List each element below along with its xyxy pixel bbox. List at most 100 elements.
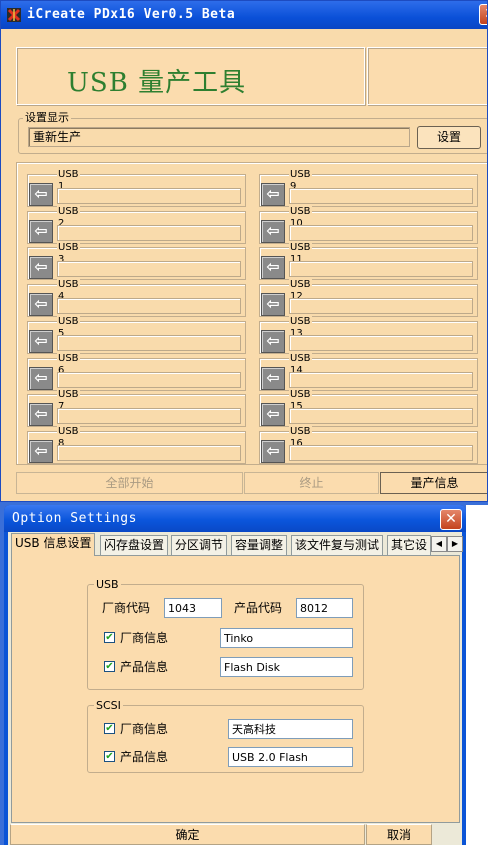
scsi-group-label: SCSI <box>94 699 123 712</box>
tab-scroll-left-button[interactable]: ◀ <box>431 536 447 552</box>
product-code-input[interactable] <box>296 598 353 618</box>
usb-slot-status-field <box>289 261 473 278</box>
usb-slot-status-field <box>57 371 241 388</box>
ok-button[interactable]: 确定 <box>10 824 365 845</box>
scsi-product-info-input[interactable] <box>228 747 353 767</box>
usb-slot-arrow-button[interactable]: ⇦ <box>261 329 285 353</box>
usb-slot-arrow-button[interactable]: ⇦ <box>261 403 285 427</box>
usb-product-info-input[interactable] <box>220 657 353 677</box>
main-titlebar[interactable]: iCreate PDx16 Ver0.5 Beta ✕ <box>1 1 487 29</box>
tab-scroll-right-button[interactable]: ▶ <box>447 536 463 552</box>
tab-other[interactable]: 其它设 <box>387 535 431 555</box>
check-icon: ✔ <box>105 632 114 643</box>
vendor-code-label: 厂商代码 <box>102 601 151 615</box>
usb-slot-status-field <box>57 408 241 425</box>
main-close-button[interactable]: ✕ <box>479 4 487 25</box>
usb-slot-status-field <box>289 408 473 425</box>
logo-panel <box>367 47 487 105</box>
check-icon: ✔ <box>105 661 114 672</box>
usb-slot-status-field <box>57 444 241 461</box>
arrow-left-icon: ⇦ <box>34 330 48 350</box>
arrow-left-icon: ⇦ <box>34 184 48 203</box>
arrow-left-icon: ⇦ <box>34 440 48 460</box>
option-close-button[interactable]: ✕ <box>440 509 462 530</box>
usb-slot-arrow-button[interactable]: ⇦ <box>261 183 285 206</box>
arrow-left-icon: ⇦ <box>266 440 280 460</box>
usb-vendor-info-checkbox[interactable]: ✔ <box>104 632 115 643</box>
arrow-left-icon: ⇦ <box>266 184 280 203</box>
arrow-left-icon: ⇦ <box>266 330 280 350</box>
usb-slot-arrow-button[interactable]: ⇦ <box>261 256 285 280</box>
usb-slot-arrow-button[interactable]: ⇦ <box>29 329 53 353</box>
usb-slot-arrow-button[interactable]: ⇦ <box>29 219 53 243</box>
arrow-right-icon: ▶ <box>451 539 459 548</box>
scsi-product-info-label: 产品信息 <box>120 750 169 764</box>
usb-slot-arrow-button[interactable]: ⇦ <box>29 403 53 427</box>
usb-vendor-info-input[interactable] <box>220 628 353 648</box>
usb-slot-status-field <box>57 298 241 315</box>
usb-slot-status-field <box>289 444 473 461</box>
arrow-left-icon: ⇦ <box>266 294 280 314</box>
close-icon: ✕ <box>484 6 487 22</box>
app-header-title: USB 量产工具 <box>67 68 247 98</box>
settings-button[interactable]: 设置 <box>417 126 481 149</box>
usb-slot-arrow-button[interactable]: ⇦ <box>261 219 285 243</box>
tab-usb-info[interactable]: USB 信息设置 <box>11 533 96 556</box>
check-icon: ✔ <box>105 751 114 762</box>
usb-vendor-info-label: 厂商信息 <box>120 631 169 645</box>
usb-slot-status-field <box>289 188 473 204</box>
usb-product-info-label: 产品信息 <box>120 660 169 674</box>
usb-slot-status-field <box>57 188 241 204</box>
tools-icon <box>7 8 21 22</box>
arrow-left-icon: ⇦ <box>34 294 48 314</box>
stop-button[interactable]: 终止 <box>244 472 379 494</box>
tab-capacity[interactable]: 容量调整 <box>231 535 288 555</box>
header-panel: USB 量产工具 <box>16 47 365 105</box>
usb-slot-status-field <box>289 298 473 315</box>
usb-slot-status-field <box>289 371 473 388</box>
settings-group-label: 设置显示 <box>23 111 71 124</box>
settings-display-field: 重新生产 <box>28 127 410 147</box>
usb-slot-arrow-button[interactable]: ⇦ <box>29 439 53 463</box>
check-icon: ✔ <box>105 723 114 734</box>
option-titlebar[interactable]: Option Settings ✕ <box>4 505 466 532</box>
cancel-button[interactable]: 取消 <box>366 824 432 845</box>
option-window-title: Option Settings <box>12 511 137 526</box>
arrow-left-icon: ⇦ <box>34 404 48 424</box>
usb-slot-arrow-button[interactable]: ⇦ <box>261 366 285 390</box>
usb-slot-status-field <box>57 334 241 351</box>
scsi-product-info-checkbox[interactable]: ✔ <box>104 751 115 762</box>
tab-flash-disk[interactable]: 闪存盘设置 <box>100 535 169 555</box>
production-info-button[interactable]: 量产信息 <box>380 472 487 494</box>
arrow-left-icon: ⇦ <box>266 367 280 387</box>
arrow-left-icon: ⇦ <box>266 257 280 277</box>
start-all-button[interactable]: 全部开始 <box>16 472 243 494</box>
usb-slot-status-field <box>57 261 241 278</box>
usb-product-info-checkbox[interactable]: ✔ <box>104 661 115 672</box>
arrow-left-icon: ⇦ <box>34 367 48 387</box>
usb-slot-arrow-button[interactable]: ⇦ <box>29 366 53 390</box>
desktop-strip <box>466 505 488 845</box>
product-code-label: 产品代码 <box>234 601 283 615</box>
tab-file-copy-test[interactable]: 该文件复与测试 <box>291 535 384 555</box>
arrow-left-icon: ⇦ <box>34 257 48 277</box>
usb-slot-status-field <box>289 334 473 351</box>
arrow-left-icon: ⇦ <box>266 220 280 240</box>
usb-group-label: USB <box>94 578 121 591</box>
usb-slot-arrow-button[interactable]: ⇦ <box>261 439 285 463</box>
usb-slot-status-field <box>57 224 241 241</box>
scsi-vendor-info-checkbox[interactable]: ✔ <box>104 723 115 734</box>
arrow-left-icon: ◀ <box>435 539 443 548</box>
usb-slot-status-field <box>289 224 473 241</box>
tab-partition[interactable]: 分区调节 <box>171 535 228 555</box>
vendor-code-input[interactable] <box>164 598 222 618</box>
close-icon: ✕ <box>445 511 457 527</box>
scsi-vendor-info-label: 厂商信息 <box>120 722 169 736</box>
scsi-vendor-info-input[interactable] <box>228 719 353 739</box>
usb-slot-arrow-button[interactable]: ⇦ <box>29 293 53 317</box>
arrow-left-icon: ⇦ <box>34 220 48 240</box>
usb-slot-arrow-button[interactable]: ⇦ <box>261 293 285 317</box>
arrow-left-icon: ⇦ <box>266 404 280 424</box>
usb-slot-arrow-button[interactable]: ⇦ <box>29 183 53 206</box>
usb-slot-arrow-button[interactable]: ⇦ <box>29 256 53 280</box>
